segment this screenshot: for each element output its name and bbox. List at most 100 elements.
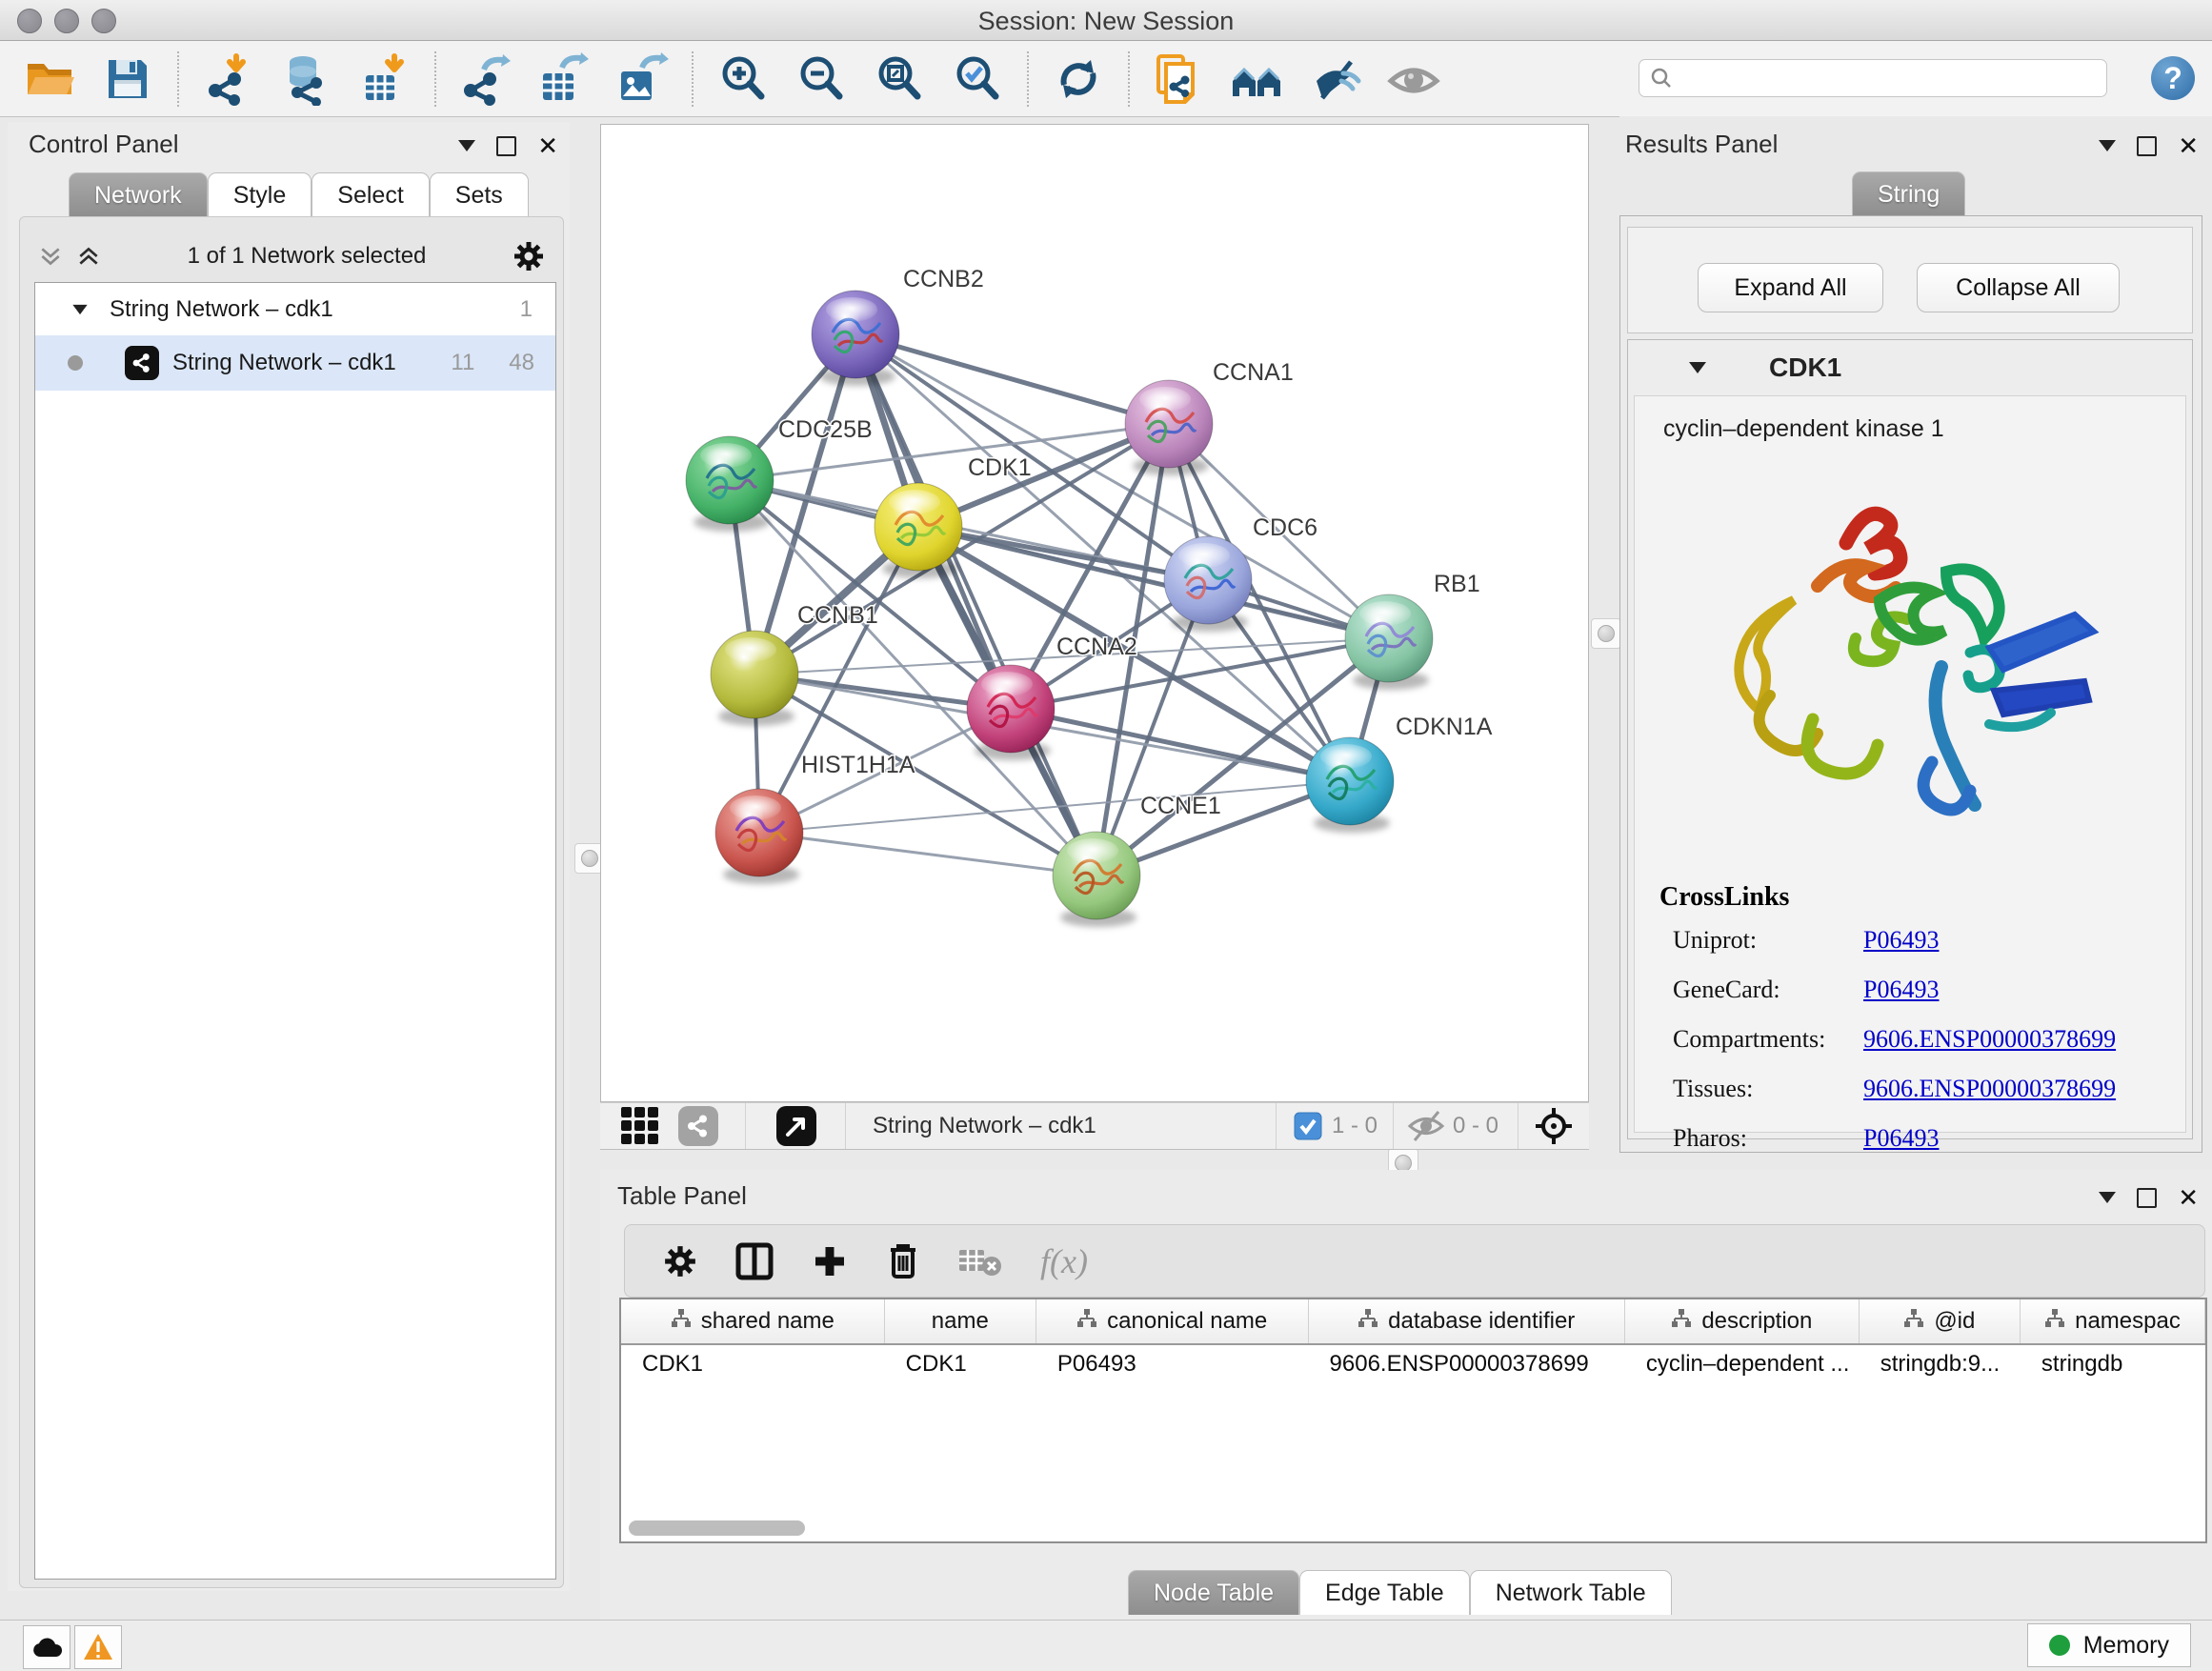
trash-icon[interactable] xyxy=(886,1242,920,1280)
node-CCNB1[interactable] xyxy=(711,631,798,726)
tab-sets[interactable]: Sets xyxy=(430,172,529,217)
zoom-out-icon[interactable] xyxy=(794,52,848,106)
column-header-name[interactable]: name xyxy=(885,1299,1036,1343)
collapse-card-icon[interactable] xyxy=(1689,362,1706,373)
birdseye-icon[interactable] xyxy=(776,1106,816,1146)
node-CCNA1[interactable] xyxy=(1125,380,1213,475)
show-eye-icon[interactable] xyxy=(1387,52,1440,106)
panel-menu-icon[interactable] xyxy=(2099,1192,2116,1203)
share-document-icon[interactable] xyxy=(1153,52,1206,106)
horizontal-scrollbar[interactable] xyxy=(629,1520,805,1536)
column-header-canonical-name[interactable]: canonical name xyxy=(1036,1299,1309,1343)
node-CDC6[interactable] xyxy=(1164,536,1252,632)
float-panel-icon[interactable] xyxy=(2137,1188,2157,1208)
tab-network-table[interactable]: Network Table xyxy=(1470,1570,1672,1615)
column-label: database identifier xyxy=(1388,1308,1575,1335)
import-database-icon[interactable] xyxy=(280,52,333,106)
warnings-button[interactable] xyxy=(74,1625,122,1669)
zoom-fit-icon[interactable] xyxy=(873,52,926,106)
node-HIST1H1A[interactable] xyxy=(715,789,803,884)
search-input[interactable] xyxy=(1681,64,2097,92)
function-icon[interactable]: f(x) xyxy=(1040,1241,1088,1281)
cell-shared-name[interactable]: CDK1 xyxy=(621,1351,885,1378)
add-icon[interactable] xyxy=(812,1243,848,1279)
node-CDK1[interactable] xyxy=(875,483,962,578)
grid-view-icon[interactable] xyxy=(619,1105,661,1147)
collapse-collection-icon[interactable] xyxy=(72,304,87,313)
float-panel-icon[interactable] xyxy=(2137,136,2157,156)
right-splitter-handle[interactable] xyxy=(1591,618,1621,649)
network-canvas[interactable]: CCNB2CCNA1CDC25BCDK1CDC6RB1CCNB1CCNA2CDK… xyxy=(600,124,1589,1102)
close-panel-icon[interactable]: ✕ xyxy=(2178,133,2199,158)
settings-gear-icon[interactable] xyxy=(663,1244,697,1278)
column-header-namespac[interactable]: namespac xyxy=(2021,1299,2205,1343)
network-status-dot xyxy=(68,355,83,371)
crosshair-icon[interactable] xyxy=(1534,1106,1574,1146)
hide-eye-icon[interactable] xyxy=(1309,52,1362,106)
zoom-selected-icon[interactable] xyxy=(951,52,1004,106)
cell-canonical-name[interactable]: P06493 xyxy=(1036,1351,1309,1378)
export-image-icon[interactable] xyxy=(615,52,669,106)
refresh-icon[interactable] xyxy=(1052,52,1105,106)
node-CDKN1A[interactable] xyxy=(1306,737,1394,833)
delete-table-icon[interactable] xyxy=(958,1245,1002,1278)
string-home-icon[interactable] xyxy=(1231,52,1284,106)
float-panel-icon[interactable] xyxy=(496,136,516,156)
tab-select[interactable]: Select xyxy=(312,172,429,217)
cloud-button[interactable] xyxy=(23,1625,70,1669)
open-session-icon[interactable] xyxy=(23,52,76,106)
column-header-description[interactable]: description xyxy=(1625,1299,1860,1343)
protein-card-header[interactable]: CDK1 xyxy=(1628,340,2192,395)
tab-string[interactable]: String xyxy=(1852,171,1965,216)
column-header-database-identifier[interactable]: database identifier xyxy=(1309,1299,1625,1343)
network-options-gear-icon[interactable] xyxy=(513,240,545,272)
string-network-graph[interactable]: CCNB2CCNA1CDC25BCDK1CDC6RB1CCNB1CCNA2CDK… xyxy=(601,125,1588,1101)
memory-button[interactable]: Memory xyxy=(2027,1623,2191,1667)
crosslink-link[interactable]: 9606.ENSP00000378699 xyxy=(1863,1075,2116,1103)
cell-@id[interactable]: stringdb:9... xyxy=(1860,1351,2021,1378)
zoom-in-icon[interactable] xyxy=(716,52,770,106)
close-panel-icon[interactable]: ✕ xyxy=(2178,1185,2199,1210)
panel-menu-icon[interactable] xyxy=(2099,140,2116,151)
collapse-all-button[interactable]: Collapse All xyxy=(1917,263,2120,312)
collapse-all-icon[interactable] xyxy=(38,244,63,269)
selected-checkbox[interactable] xyxy=(1294,1112,1322,1140)
node-table[interactable]: shared namenamecanonical name database id… xyxy=(619,1298,2207,1543)
column-header-@id[interactable]: @id xyxy=(1860,1299,2021,1343)
cell-description[interactable]: cyclin–dependent ... xyxy=(1625,1351,1860,1378)
cell-database-identifier[interactable]: 9606.ENSP00000378699 xyxy=(1309,1351,1625,1378)
tab-style[interactable]: Style xyxy=(208,172,312,217)
network-collection-row[interactable]: String Network – cdk1 1 xyxy=(35,283,555,335)
search-box[interactable] xyxy=(1639,59,2107,97)
import-network-icon[interactable] xyxy=(202,52,255,106)
save-session-icon[interactable] xyxy=(101,52,154,106)
export-network-icon[interactable] xyxy=(459,52,513,106)
tab-node-table[interactable]: Node Table xyxy=(1128,1570,1299,1615)
crosslink-link[interactable]: P06493 xyxy=(1863,1124,1939,1153)
tab-edge-table[interactable]: Edge Table xyxy=(1299,1570,1470,1615)
tab-network[interactable]: Network xyxy=(69,172,208,217)
panel-menu-icon[interactable] xyxy=(458,140,475,151)
expand-all-icon[interactable] xyxy=(76,244,101,269)
close-panel-icon[interactable]: ✕ xyxy=(537,133,558,158)
column-header-shared-name[interactable]: shared name xyxy=(621,1299,885,1343)
node-CCNB2[interactable] xyxy=(812,291,899,386)
network-row[interactable]: String Network – cdk1 11 48 xyxy=(35,335,555,391)
expand-all-button[interactable]: Expand All xyxy=(1698,263,1883,312)
crosslink-link[interactable]: P06493 xyxy=(1863,976,1939,1004)
node-CCNA2[interactable] xyxy=(967,665,1055,760)
crosslink-label: Compartments: xyxy=(1673,1025,1863,1054)
crosslink-link[interactable]: 9606.ENSP00000378699 xyxy=(1863,1025,2116,1054)
cell-namespac[interactable]: stringdb xyxy=(2021,1351,2205,1378)
export-table-icon[interactable] xyxy=(537,52,591,106)
node-CCNE1[interactable] xyxy=(1053,832,1140,927)
help-button[interactable]: ? xyxy=(2151,56,2195,100)
share-view-icon[interactable] xyxy=(678,1106,718,1146)
crosslink-link[interactable]: P06493 xyxy=(1863,926,1939,955)
columns-icon[interactable] xyxy=(735,1242,774,1280)
cell-name[interactable]: CDK1 xyxy=(885,1351,1036,1378)
import-table-icon[interactable] xyxy=(358,52,412,106)
table-row[interactable]: CDK1CDK1P064939606.ENSP00000378699cyclin… xyxy=(621,1345,2205,1383)
node-RB1[interactable] xyxy=(1345,594,1433,690)
node-CDC25B[interactable] xyxy=(686,436,774,532)
